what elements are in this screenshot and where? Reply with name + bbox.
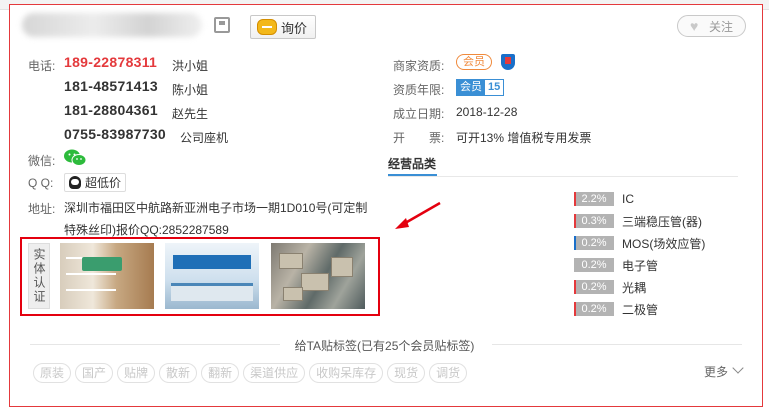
category-name: 电子管 — [622, 258, 659, 273]
category-name: 二极管 — [622, 302, 659, 317]
category-row[interactable]: 2.2% IC — [574, 191, 634, 207]
category-name: 光耦 — [622, 280, 647, 295]
founded-label: 成立日期: — [393, 107, 445, 121]
tag-chip[interactable]: 现货 — [387, 363, 426, 383]
phone-contact-4: 公司座机 — [180, 131, 229, 145]
tab-divider — [388, 176, 738, 177]
category-row[interactable]: 0.3% 三端稳压管(器) — [574, 213, 702, 229]
years-label: 资质年限: — [393, 83, 445, 97]
wechat-label: 微信: — [28, 154, 56, 168]
qualification-label: 商家资质: — [393, 59, 445, 73]
category-row[interactable]: 0.2% 光耦 — [574, 279, 646, 295]
inquiry-label: 询价 — [281, 20, 308, 36]
category-percent: 0.2% — [574, 280, 614, 294]
category-percent: 0.2% — [574, 302, 614, 316]
tag-chip[interactable]: 贴牌 — [117, 363, 156, 383]
address-text: 深圳市福田区中航路新亚洲电子市场一期1D010号(可定制特殊丝印)报价QQ:28… — [64, 201, 368, 237]
wechat-icon[interactable] — [64, 149, 86, 167]
category-name: MOS(场效应管) — [622, 236, 706, 251]
phone-contact-1: 洪小姐 — [172, 59, 209, 73]
qq-button-label: 超低价 — [85, 176, 122, 190]
tag-list: 原装 国产 贴牌 散新 翻新 渠道供应 收购呆库存 现货 调货 — [33, 363, 468, 383]
tag-section-title: 给TA贴标签(已有25个会员贴标签) — [294, 339, 475, 353]
shield-icon[interactable] — [501, 54, 515, 70]
tag-chip[interactable]: 散新 — [159, 363, 198, 383]
tab-categories[interactable]: 经营品类 — [388, 155, 436, 172]
tag-chip[interactable]: 国产 — [75, 363, 114, 383]
founded-value: 2018-12-28 — [456, 105, 518, 119]
phone-number-4[interactable]: 0755-83987730 — [64, 126, 166, 142]
category-percent: 0.3% — [574, 214, 614, 228]
tag-chip[interactable]: 原装 — [33, 363, 72, 383]
category-percent: 0.2% — [574, 236, 614, 250]
store-photo-3[interactable] — [271, 243, 365, 309]
follow-button[interactable]: ♥ 关注 — [677, 15, 746, 37]
more-tags-link[interactable]: 更多 — [704, 363, 728, 380]
certification-tag: 实体认证 — [28, 243, 50, 309]
tag-chip[interactable]: 调货 — [429, 363, 468, 383]
category-row[interactable]: 0.2% MOS(场效应管) — [574, 235, 705, 251]
phone-contact-2: 陈小姐 — [172, 83, 209, 97]
tag-chip[interactable]: 翻新 — [201, 363, 240, 383]
category-percent: 0.2% — [574, 258, 614, 272]
tag-chip[interactable]: 收购呆库存 — [309, 363, 384, 383]
blurred-company-name — [22, 13, 202, 37]
years-badge-number: 15 — [485, 80, 504, 95]
qq-penguin-icon — [69, 176, 81, 189]
phone-label: 电话: — [28, 59, 56, 73]
qq-chat-button[interactable]: 超低价 — [64, 173, 127, 192]
invoice-value: 可开13% 增值税专用发票 — [456, 131, 592, 145]
annotation-arrow — [395, 201, 441, 229]
category-name: 三端稳压管(器) — [622, 214, 702, 229]
qq-label: Q Q: — [28, 176, 54, 190]
address-label: 地址: — [28, 202, 56, 216]
phone-number-3[interactable]: 181-28804361 — [64, 102, 158, 118]
category-row[interactable]: 0.2% 二极管 — [574, 301, 658, 317]
save-icon[interactable] — [214, 17, 230, 33]
phone-contact-3: 赵先生 — [172, 107, 209, 121]
phone-number-1[interactable]: 189-22878311 — [64, 54, 157, 70]
heart-icon: ♥ — [689, 18, 699, 34]
years-badge-text: 会员 — [457, 80, 485, 95]
store-photo-2[interactable] — [165, 243, 259, 309]
category-percent: 2.2% — [574, 192, 614, 206]
phone-number-2[interactable]: 181-48571413 — [64, 78, 158, 94]
inquiry-button[interactable]: 询价 — [250, 15, 317, 39]
tag-chip[interactable]: 渠道供应 — [243, 363, 306, 383]
member-years-badge: 会员 15 — [456, 79, 505, 96]
follow-label: 关注 — [708, 19, 733, 34]
member-badge[interactable]: 会员 — [456, 54, 492, 70]
invoice-label: 开 票: — [393, 131, 445, 145]
category-row[interactable]: 0.2% 电子管 — [574, 257, 658, 273]
category-name: IC — [622, 192, 634, 206]
store-photo-1[interactable] — [60, 243, 154, 309]
chat-bubble-icon — [257, 19, 277, 35]
